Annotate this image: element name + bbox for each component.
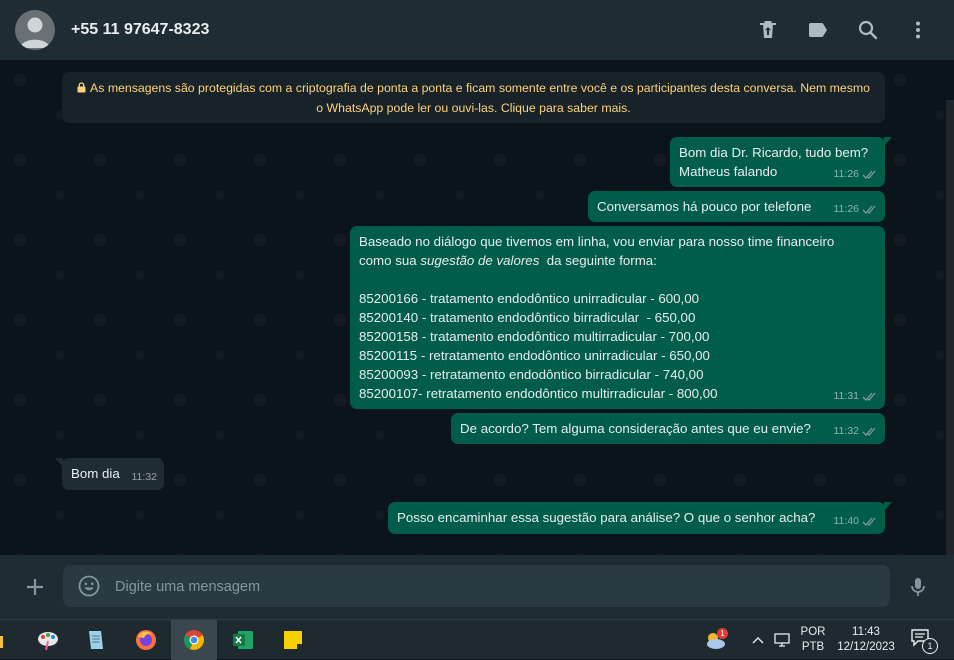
- message-bubble-out[interactable]: Baseado no diálogo que tivemos em linha,…: [350, 226, 885, 409]
- contact-name[interactable]: +55 11 97647-8323: [71, 21, 209, 39]
- price-list-item: 85200107- retratamento endodôntico multi…: [359, 386, 718, 401]
- message-meta: 11:26: [834, 165, 879, 184]
- notification-count: 1: [922, 638, 938, 654]
- excel-icon: [233, 631, 253, 649]
- message-meta: 11:40: [834, 512, 879, 531]
- microphone-icon[interactable]: [906, 575, 930, 599]
- encryption-notice-line2: o WhatsApp pode ler ou ouvi-las. Clique …: [316, 101, 631, 115]
- message-input[interactable]: [113, 573, 877, 601]
- message-meta: 11:26: [834, 200, 879, 219]
- message-text: Posso encaminhar essa sugestão para anál…: [397, 510, 816, 525]
- price-list-item: 85200140 - tratamento endodôntico birrad…: [359, 310, 696, 325]
- label-tag-icon[interactable]: [806, 18, 830, 42]
- sticky-notes-icon: [284, 631, 302, 649]
- weather-widget[interactable]: 1: [703, 627, 729, 653]
- folder-icon: [0, 636, 3, 648]
- input-language-indicator[interactable]: POR PTB: [796, 625, 830, 655]
- encryption-notice[interactable]: As mensagens são protegidas com a cripto…: [62, 72, 885, 123]
- firefox-icon: [136, 630, 156, 650]
- message-meta: 11:32: [834, 422, 879, 441]
- notification-center[interactable]: 1: [910, 628, 938, 654]
- taskbar-chrome[interactable]: [171, 620, 217, 660]
- message-text: Bom dia Dr. Ricardo, tudo bem?: [679, 145, 869, 160]
- attach-plus-icon[interactable]: [23, 575, 47, 599]
- taskbar-file-explorer[interactable]: [0, 620, 16, 660]
- double-check-icon: [862, 169, 878, 180]
- message-time: 11:32: [131, 471, 158, 483]
- message-bubble-out[interactable]: De acordo? Tem alguma consideração antes…: [451, 413, 885, 444]
- taskbar-excel[interactable]: [220, 620, 266, 660]
- contact-avatar[interactable]: [15, 10, 55, 50]
- message-bubble-out[interactable]: Conversamos há pouco por telefone 11:26: [588, 191, 885, 222]
- message-input-box[interactable]: [63, 565, 890, 607]
- double-check-icon: [862, 391, 878, 402]
- clock-time: 11:43: [852, 626, 880, 638]
- notepad-icon: [89, 631, 103, 649]
- message-time: 11:26: [833, 203, 860, 215]
- chrome-icon: [184, 630, 204, 650]
- double-check-icon: [862, 516, 878, 527]
- message-time: 11:32: [833, 425, 860, 437]
- message-composer: [0, 555, 954, 619]
- language-line1: POR: [800, 626, 826, 638]
- message-meta: 11:31: [834, 387, 879, 406]
- message-text: como sua sugestão de valores da seguinte…: [359, 251, 876, 270]
- message-list[interactable]: As mensagens são protegidas com a cripto…: [0, 60, 954, 555]
- chat-scrollbar[interactable]: [946, 100, 954, 555]
- network-icon[interactable]: [773, 631, 791, 649]
- clock-date: 12/12/2023: [837, 641, 895, 653]
- taskbar-firefox[interactable]: [123, 620, 169, 660]
- language-line2: PTB: [801, 641, 825, 653]
- message-time: 11:40: [833, 515, 860, 527]
- emoji-icon[interactable]: [77, 574, 101, 598]
- encryption-notice-line1: As mensagens são protegidas com a cripto…: [90, 81, 870, 95]
- search-icon[interactable]: [856, 18, 880, 42]
- windows-taskbar: 1 POR PTB 11:43 12/12/2023 1: [0, 619, 954, 660]
- message-text-part: como sua: [359, 253, 421, 268]
- price-list-item: 85200166 - tratamento endodôntico unirra…: [359, 291, 700, 306]
- message-text: De acordo? Tem alguma consideração antes…: [460, 421, 811, 436]
- price-list-item: 85200158 - tratamento endodôntico multir…: [359, 329, 710, 344]
- price-list-item: 85200093 - retratamento endodôntico birr…: [359, 367, 704, 382]
- taskbar-clock[interactable]: 11:43 12/12/2023: [833, 625, 899, 655]
- chat-header: +55 11 97647-8323: [0, 0, 954, 60]
- double-check-icon: [862, 204, 878, 215]
- taskbar-sticky-notes[interactable]: [270, 620, 316, 660]
- price-list-item: 85200115 - retratamento endodôntico unir…: [359, 348, 710, 363]
- show-hidden-icons-chevron-icon[interactable]: [750, 632, 766, 648]
- message-text: Baseado no diálogo que tivemos em linha,…: [359, 234, 835, 249]
- message-bubble-out[interactable]: Posso encaminhar essa sugestão para anál…: [388, 502, 892, 534]
- double-check-icon: [862, 426, 878, 437]
- paint-icon: [38, 632, 58, 651]
- weather-badge: 1: [717, 628, 728, 639]
- taskbar-paint[interactable]: [25, 620, 71, 660]
- message-time: 11:26: [833, 168, 860, 180]
- message-text-part: da seguinte forma:: [539, 253, 657, 268]
- default-avatar-icon: [20, 17, 50, 48]
- message-bubble-in[interactable]: Bom dia 11:32: [55, 458, 164, 490]
- message-meta: 11:32: [132, 468, 158, 487]
- message-text-italic: sugestão de valores: [420, 253, 540, 268]
- message-time: 11:31: [833, 390, 860, 402]
- lock-icon: [77, 80, 86, 99]
- taskbar-notepad[interactable]: [73, 620, 119, 660]
- message-bubble-out[interactable]: Bom dia Dr. Ricardo, tudo bem? Matheus f…: [670, 137, 892, 187]
- menu-icon[interactable]: [906, 18, 930, 42]
- delete-icon[interactable]: [756, 18, 780, 42]
